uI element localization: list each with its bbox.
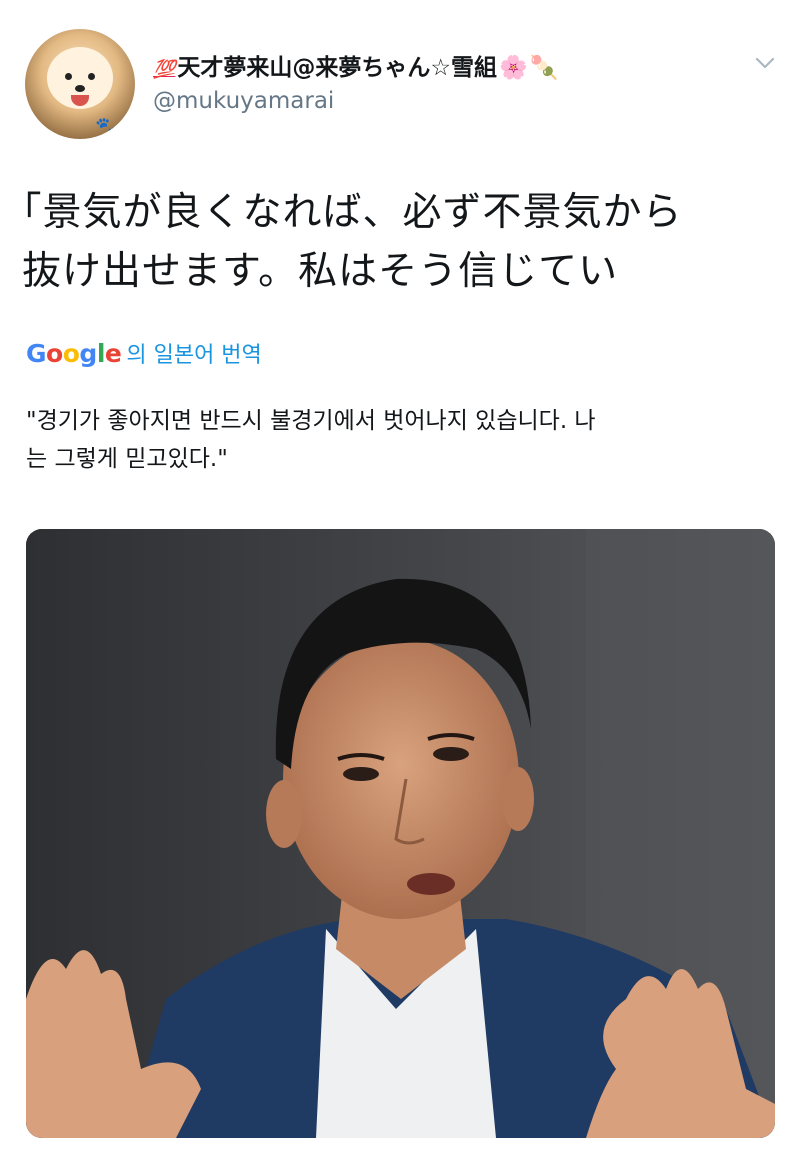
translated-text-line: 는 그렇게 믿고있다." bbox=[26, 446, 228, 472]
hundred-emoji: 💯 bbox=[153, 59, 176, 80]
tweet-text: ｢景気が良くなれば、必ず不景気から 抜け出せます。私はそう信じてい bbox=[22, 183, 782, 301]
avatar[interactable]: 🐾 bbox=[25, 29, 135, 139]
photo-man-gesturing bbox=[26, 529, 775, 1138]
display-name[interactable]: 💯天才夢来山@来夢ちゃん☆雪組🌸🍡 bbox=[153, 48, 558, 82]
avatar-eye-left bbox=[65, 73, 72, 80]
paw-icon: 🐾 bbox=[95, 115, 120, 139]
tweet-text-line: ｢景気が良くなれば、必ず不景気から bbox=[22, 190, 683, 235]
google-logo: Google bbox=[26, 339, 122, 368]
tweet-photo[interactable] bbox=[26, 529, 775, 1138]
user-handle[interactable]: @mukuyamarai bbox=[153, 88, 334, 114]
dango-emoji: 🍡 bbox=[529, 55, 559, 81]
avatar-nose bbox=[75, 85, 85, 92]
flower-emoji: 🌸 bbox=[499, 55, 528, 81]
translated-text-line: "경기가 좋아지면 반드시 불경기에서 벗어나지 있습니다. 나 bbox=[26, 408, 596, 434]
tweet-text-line: 抜け出せます。私はそう信じてい bbox=[22, 249, 619, 294]
chevron-down-icon[interactable] bbox=[752, 50, 778, 76]
avatar-eye-right bbox=[88, 73, 95, 80]
display-name-text: 天才夢来山@来夢ちゃん☆雪組 bbox=[177, 55, 498, 81]
translated-text: "경기가 좋아지면 반드시 불경기에서 벗어나지 있습니다. 나 는 그렇게 믿… bbox=[26, 402, 786, 478]
translate-label: 의 일본어 번역 bbox=[126, 343, 262, 368]
translate-link[interactable]: Google 의 일본어 번역 bbox=[26, 337, 262, 369]
